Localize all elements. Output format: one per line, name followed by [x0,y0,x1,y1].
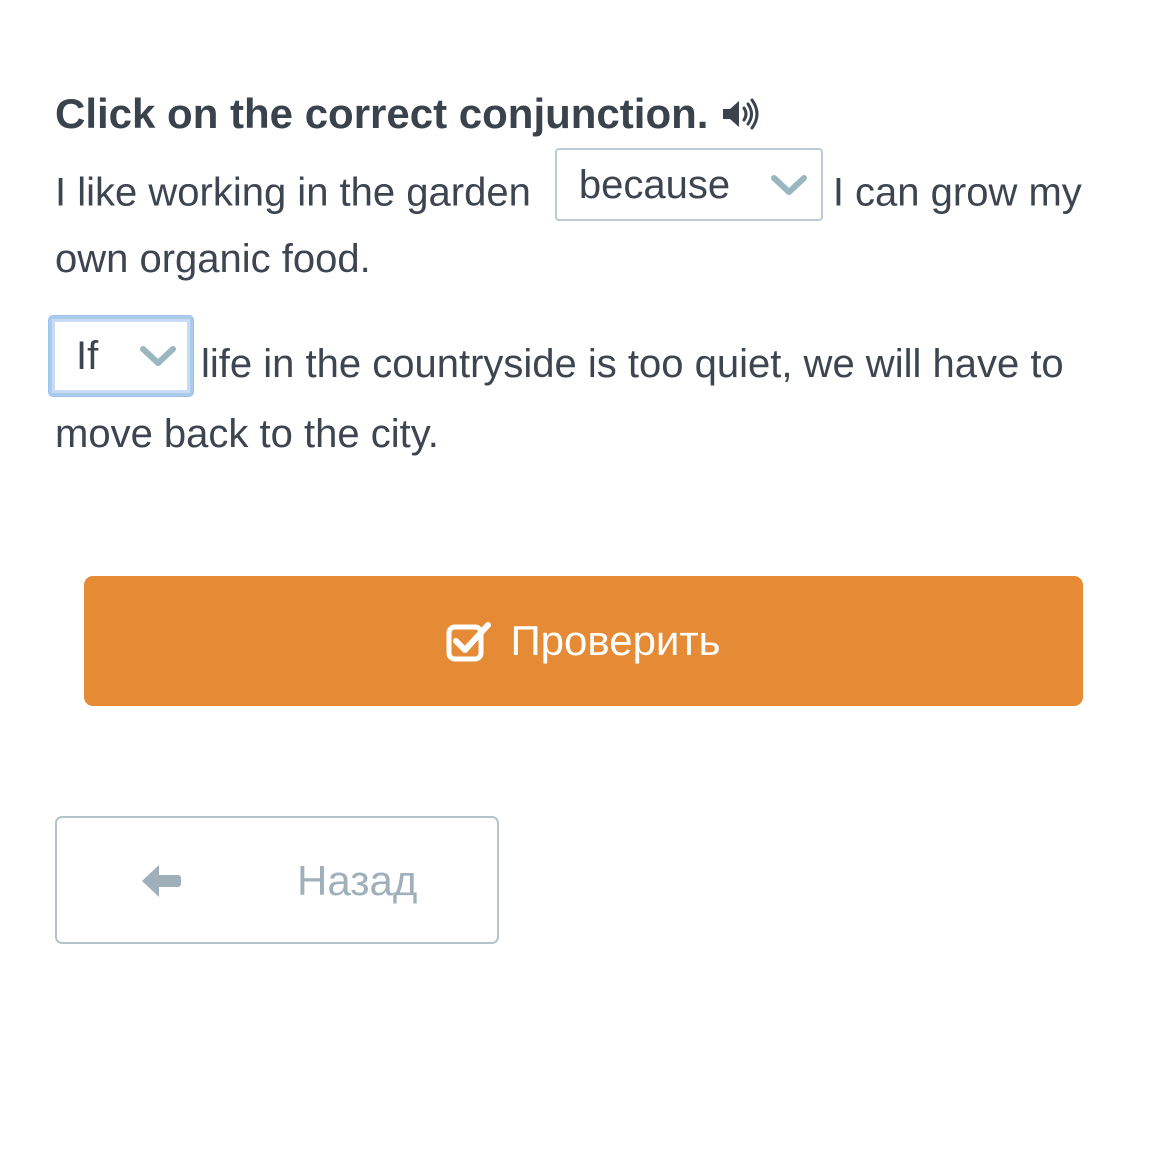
speaker-icon[interactable] [720,96,760,132]
exercise-container: Click on the correct conjunction. I like… [49,86,1125,465]
chevron-down-icon [770,174,807,195]
back-button[interactable]: Назад [55,816,499,944]
conjunction-select-2[interactable]: If [49,316,193,396]
conjunction-select-2-value: If [76,334,99,378]
sentence-1: I like working in the garden because I can… [55,148,1125,290]
conjunction-select-1[interactable]: because [554,148,823,221]
back-button-label: Назад [297,857,418,904]
sentence-2: If life in the countryside is too quiet, … [49,316,1125,465]
conjunction-select-1-value: because [578,162,731,207]
checkbox-check-icon [446,622,492,662]
sentence-2-after: life in the countryside is too quiet, we… [55,342,1064,456]
check-button-label: Проверить [510,617,721,664]
arrow-left-icon [142,865,181,897]
instruction-heading: Click on the correct conjunction. [55,86,1125,142]
chevron-down-icon [140,346,176,366]
sentence-1-before: I like working in the garden [55,170,531,215]
instruction-text: Click on the correct conjunction. [55,90,709,137]
check-button[interactable]: Проверить [84,576,1083,706]
